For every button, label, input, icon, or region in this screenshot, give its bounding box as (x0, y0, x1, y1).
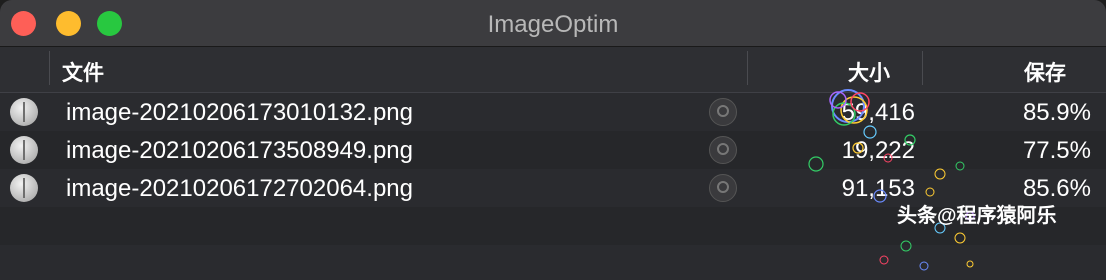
watermark: 头条@程序猿阿乐 (897, 205, 1057, 227)
column-header-file[interactable]: 文件 (62, 57, 104, 87)
column-divider[interactable] (922, 51, 923, 85)
quick-look-icon[interactable] (709, 136, 737, 164)
window-title: ImageOptim (487, 11, 619, 38)
table-header: 文件 大小 保存 (0, 47, 1106, 93)
column-divider[interactable] (747, 51, 748, 85)
app-window: ImageOptim 文件 大小 保存 image-20210206173010… (0, 0, 1106, 280)
quick-look-icon[interactable] (709, 98, 737, 126)
saved-percent: 85.9% (1022, 99, 1091, 126)
column-header-saved[interactable]: 保存 (1024, 57, 1066, 87)
quick-look-icon[interactable] (709, 174, 737, 202)
status-done-icon (10, 98, 38, 126)
file-name: image-20210206172702064.png (66, 175, 413, 202)
status-done-icon (10, 174, 38, 202)
column-divider[interactable] (49, 51, 50, 85)
file-name: image-20210206173508949.png (66, 137, 413, 164)
bubble-overlay (808, 89, 975, 271)
column-header-size[interactable]: 大小 (848, 57, 890, 87)
file-name: image-20210206173010132.png (66, 99, 413, 126)
saved-percent: 77.5% (1022, 137, 1091, 164)
title-bar: ImageOptim (0, 0, 1106, 47)
status-done-icon (10, 136, 38, 164)
